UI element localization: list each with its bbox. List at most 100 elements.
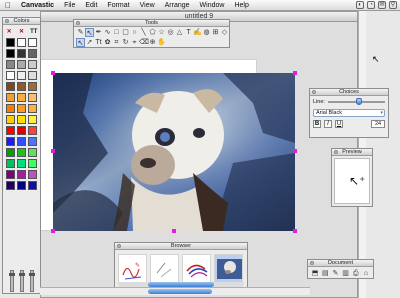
pencil-tool-icon[interactable]: ✎ (76, 28, 85, 37)
thumbnail-bulldog[interactable] (214, 254, 243, 283)
selection-handle-bottom-left[interactable] (51, 229, 55, 233)
layers-icon[interactable]: ▤ (321, 269, 329, 278)
eraser-tool-icon[interactable]: ⌫ (139, 38, 149, 47)
thumbnail-swirl[interactable] (182, 254, 211, 283)
arrow-select-tool-icon[interactable]: ➚ (85, 38, 94, 47)
magnify-tool-icon[interactable]: ⊕ (148, 38, 157, 47)
font-size-field[interactable]: 24 (371, 119, 385, 128)
bulldog-photo[interactable] (53, 73, 295, 231)
selection-handle-bottom-right[interactable] (293, 229, 297, 233)
color-slider-1[interactable] (9, 270, 15, 292)
choices-close-icon[interactable] (312, 90, 316, 94)
color-swatch[interactable] (28, 93, 37, 102)
mail-icon[interactable]: ✉ (378, 1, 386, 9)
tools-close-icon[interactable] (76, 21, 80, 25)
selection-handle-top-right[interactable] (293, 71, 297, 75)
color-swatch[interactable] (17, 71, 26, 80)
layout-icon[interactable]: ⬒ (311, 269, 319, 278)
edit-icon[interactable]: ✎ (331, 269, 339, 278)
preview-palette-title[interactable]: Preview (332, 149, 372, 156)
choices-palette-title[interactable]: Choices (310, 89, 388, 96)
color-swatch[interactable] (6, 126, 15, 135)
text-tool-tt-icon[interactable]: Tt (94, 38, 103, 47)
browser-close-icon[interactable] (117, 244, 121, 248)
color-swatch[interactable] (17, 170, 26, 179)
color-slider-3[interactable] (29, 270, 35, 292)
color-swatch[interactable] (17, 181, 26, 190)
crop-tool-icon[interactable]: ⌗ (112, 38, 121, 47)
color-swatch[interactable] (28, 170, 37, 179)
color-swatch[interactable] (6, 93, 15, 102)
color-swatch[interactable] (6, 115, 15, 124)
bold-button[interactable]: B (313, 119, 321, 128)
color-swatch[interactable] (6, 71, 15, 80)
tools-palette-title[interactable]: Tools (74, 20, 229, 27)
color-swatch[interactable] (28, 137, 37, 146)
menu-window[interactable]: Window (195, 2, 230, 9)
clock-icon[interactable]: ◔ (367, 1, 375, 9)
line-width-knob[interactable] (355, 97, 362, 105)
color-swatch[interactable] (28, 181, 37, 190)
color-slider-2[interactable] (19, 270, 25, 292)
selection-handle-top-left[interactable] (51, 71, 55, 75)
pointer-tool-icon[interactable]: ↖ (76, 37, 85, 47)
thumbnail-scribble[interactable]: ✎ (118, 254, 147, 283)
color-swatch[interactable] (17, 82, 26, 91)
color-swatch[interactable] (17, 60, 26, 69)
color-swatch[interactable] (6, 181, 15, 190)
print-icon[interactable]: ⎙ (352, 269, 360, 278)
preview-close-icon[interactable] (334, 150, 338, 154)
color-swatch[interactable] (28, 49, 37, 58)
horizontal-scroll-thumb[interactable] (148, 289, 212, 294)
oval-tool-icon[interactable]: ○ (130, 28, 139, 37)
color-swatch[interactable] (28, 159, 37, 168)
star-tool-icon[interactable]: ☆ (157, 28, 166, 37)
home-icon[interactable]: ⌂ (362, 269, 370, 278)
color-swatch[interactable] (17, 126, 26, 135)
selection-handle-mid-left[interactable] (51, 149, 55, 153)
color-swatch[interactable] (6, 137, 15, 146)
slider-knob[interactable] (9, 273, 15, 276)
hand-tool-icon[interactable]: ✋ (157, 38, 166, 47)
color-swatch[interactable] (6, 49, 15, 58)
fill-tool-icon[interactable]: ◍ (202, 28, 211, 37)
color-swatch[interactable] (6, 60, 15, 69)
spiral-tool-icon[interactable]: ◎ (166, 28, 175, 37)
color-swatch[interactable] (6, 159, 15, 168)
color-swatch[interactable] (28, 82, 37, 91)
slider-knob[interactable] (19, 273, 25, 276)
document-palette-title[interactable]: Document (308, 260, 373, 267)
pen-tool-icon[interactable]: ✒ (94, 28, 103, 37)
text-tool-icon[interactable]: T (184, 28, 193, 37)
text-color-icon[interactable]: TT (30, 28, 38, 36)
color-swatch[interactable] (6, 104, 15, 113)
menu-view[interactable]: View (135, 2, 160, 9)
italic-button[interactable]: I (324, 119, 332, 128)
group-tool-icon[interactable]: ⊞ (211, 28, 220, 37)
color-swatch[interactable] (28, 38, 37, 47)
menu-format[interactable]: Format (102, 2, 134, 9)
stamp-tool-icon[interactable]: ✿ (103, 38, 112, 47)
eyedropper-tool-icon[interactable]: ⌖ (130, 38, 139, 47)
color-swatch[interactable] (28, 115, 37, 124)
document-close-icon[interactable] (310, 261, 314, 265)
underline-button[interactable]: U (335, 119, 343, 128)
menu-edit[interactable]: Edit (80, 2, 102, 9)
no-fill-icon[interactable]: ✕ (5, 28, 13, 36)
arrow-tool-icon[interactable]: ↖ (85, 27, 94, 37)
menu-app-name[interactable]: Canvastic (16, 2, 59, 9)
thumbnail-lines[interactable] (150, 254, 179, 283)
rect-tool-icon[interactable]: □ (112, 28, 121, 37)
color-swatch[interactable] (17, 148, 26, 157)
spotlight-icon[interactable]: ⚲ (389, 1, 397, 9)
polygon-tool-icon[interactable]: ⬠ (148, 28, 157, 37)
color-swatch[interactable] (6, 82, 15, 91)
font-select[interactable]: Arial Black ▾ (313, 108, 385, 117)
freehand-tool-icon[interactable]: ✍ (193, 28, 202, 37)
color-swatch[interactable] (6, 148, 15, 157)
line-width-slider[interactable] (327, 97, 385, 105)
bezier-tool-icon[interactable]: ∿ (103, 28, 112, 37)
color-swatch[interactable] (17, 49, 26, 58)
menu-help[interactable]: Help (229, 2, 253, 9)
triangle-tool-icon[interactable]: △ (175, 28, 184, 37)
